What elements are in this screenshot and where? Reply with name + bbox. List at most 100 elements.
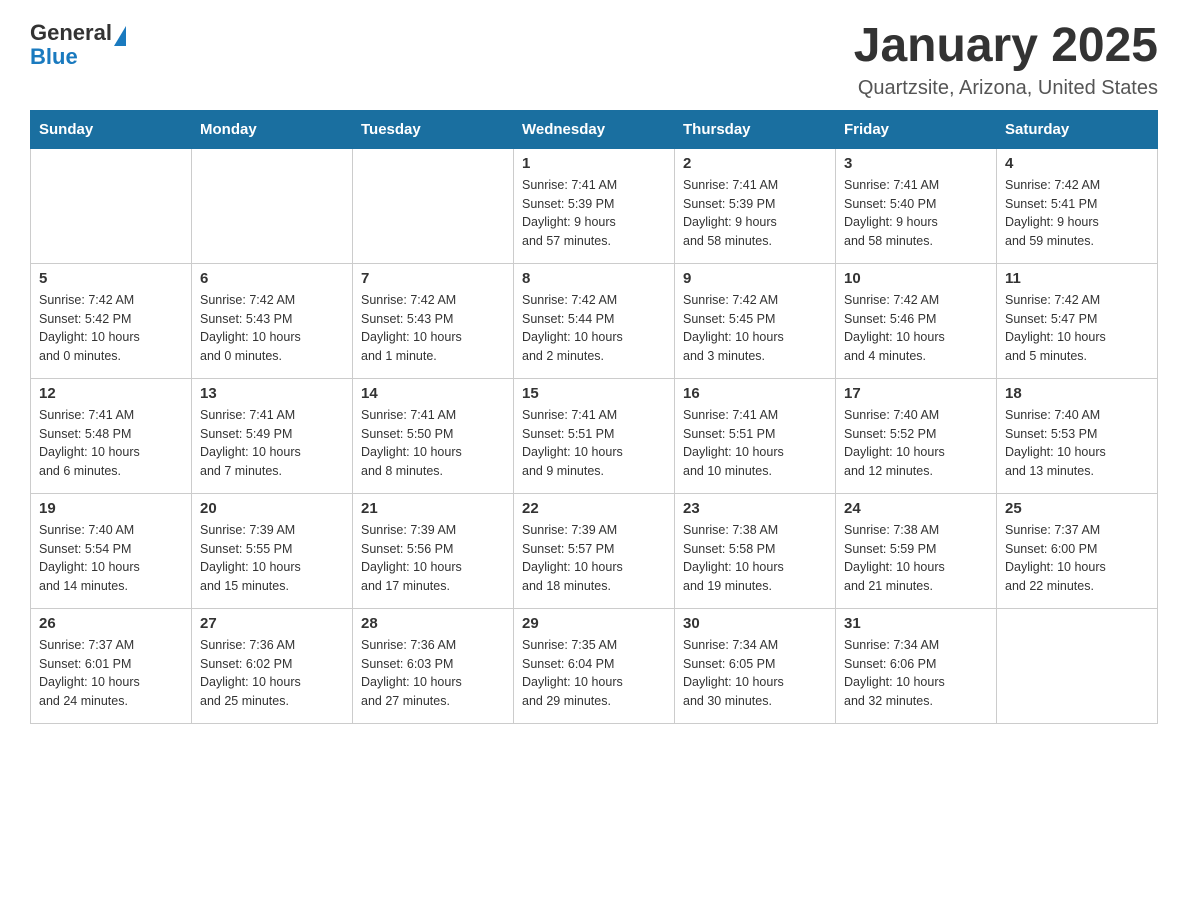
table-row xyxy=(31,148,192,263)
day-number: 17 xyxy=(844,385,988,402)
table-row xyxy=(353,148,514,263)
table-row: 6Sunrise: 7:42 AM Sunset: 5:43 PM Daylig… xyxy=(192,263,353,378)
calendar-week-row: 19 Sunrise: 7:40 AM Sunset: 5:54 PM Dayli… xyxy=(31,493,1158,608)
table-row: 20 Sunrise: 7:39 AM Sunset: 5:55 PM Dayli… xyxy=(192,493,353,608)
table-row: 4 Sunrise: 7:42 AM Sunset: 5:41 PM Daylig… xyxy=(997,148,1158,263)
day-number: 1 xyxy=(522,155,666,172)
table-row: 2 Sunrise: 7:41 AM Sunset: 5:39 PM Daylig… xyxy=(675,148,836,263)
day-number: 31 xyxy=(844,615,988,632)
calendar-week-row: 12 Sunrise: 7:41 AM Sunset: 5:48 PM Dayli… xyxy=(31,378,1158,493)
header-tuesday: Tuesday xyxy=(353,110,514,148)
day-info: Sunrise: 7:41 AM Sunset: 5:51 PM Dayligh… xyxy=(522,406,666,481)
calendar-table: Sunday Monday Tuesday Wednesday Thursday… xyxy=(30,110,1158,724)
table-row: 25Sunrise: 7:37 AM Sunset: 6:00 PM Dayli… xyxy=(997,493,1158,608)
table-row: 21 Sunrise: 7:39 AM Sunset: 5:56 PM Dayli… xyxy=(353,493,514,608)
table-row: 28Sunrise: 7:36 AM Sunset: 6:03 PM Dayli… xyxy=(353,608,514,723)
day-info: Sunrise: 7:41 AM Sunset: 5:39 PM Dayligh… xyxy=(522,176,666,251)
day-number: 8 xyxy=(522,270,666,287)
day-info: Sunrise: 7:41 AM Sunset: 5:51 PM Dayligh… xyxy=(683,406,827,481)
day-info: Sunrise: 7:42 AM Sunset: 5:44 PM Dayligh… xyxy=(522,291,666,366)
day-info: Sunrise: 7:38 AM Sunset: 5:58 PM Dayligh… xyxy=(683,521,827,596)
day-info: Sunrise: 7:42 AM Sunset: 5:47 PM Dayligh… xyxy=(1005,291,1149,366)
day-info: Sunrise: 7:41 AM Sunset: 5:39 PM Dayligh… xyxy=(683,176,827,251)
table-row: 14 Sunrise: 7:41 AM Sunset: 5:50 PM Dayli… xyxy=(353,378,514,493)
day-number: 30 xyxy=(683,615,827,632)
day-number: 5 xyxy=(39,270,183,287)
day-info: Sunrise: 7:39 AM Sunset: 5:55 PM Dayligh… xyxy=(200,521,344,596)
table-row: 29 Sunrise: 7:35 AM Sunset: 6:04 PM Dayli… xyxy=(514,608,675,723)
logo-triangle-icon xyxy=(114,26,126,46)
day-number: 26 xyxy=(39,615,183,632)
day-number: 14 xyxy=(361,385,505,402)
day-number: 27 xyxy=(200,615,344,632)
logo: General Blue xyxy=(30,20,126,70)
title-block: January 2025 Quartzsite, Arizona, United… xyxy=(854,20,1158,100)
day-info: Sunrise: 7:42 AM Sunset: 5:43 PM Dayligh… xyxy=(361,291,505,366)
day-info: Sunrise: 7:39 AM Sunset: 5:56 PM Dayligh… xyxy=(361,521,505,596)
table-row: 27 Sunrise: 7:36 AM Sunset: 6:02 PM Dayli… xyxy=(192,608,353,723)
day-info: Sunrise: 7:41 AM Sunset: 5:48 PM Dayligh… xyxy=(39,406,183,481)
calendar-week-row: 5 Sunrise: 7:42 AM Sunset: 5:42 PM Daylig… xyxy=(31,263,1158,378)
day-number: 20 xyxy=(200,500,344,517)
day-info: Sunrise: 7:36 AM Sunset: 6:02 PM Dayligh… xyxy=(200,636,344,711)
day-number: 2 xyxy=(683,155,827,172)
day-info: Sunrise: 7:40 AM Sunset: 5:52 PM Dayligh… xyxy=(844,406,988,481)
day-number: 10 xyxy=(844,270,988,287)
header-friday: Friday xyxy=(836,110,997,148)
day-number: 29 xyxy=(522,615,666,632)
day-number: 15 xyxy=(522,385,666,402)
table-row: 19 Sunrise: 7:40 AM Sunset: 5:54 PM Dayli… xyxy=(31,493,192,608)
table-row: 22Sunrise: 7:39 AM Sunset: 5:57 PM Dayli… xyxy=(514,493,675,608)
day-info: Sunrise: 7:40 AM Sunset: 5:54 PM Dayligh… xyxy=(39,521,183,596)
day-info: Sunrise: 7:38 AM Sunset: 5:59 PM Dayligh… xyxy=(844,521,988,596)
day-info: Sunrise: 7:41 AM Sunset: 5:50 PM Dayligh… xyxy=(361,406,505,481)
day-number: 4 xyxy=(1005,155,1149,172)
table-row xyxy=(997,608,1158,723)
header-wednesday: Wednesday xyxy=(514,110,675,148)
table-row: 7Sunrise: 7:42 AM Sunset: 5:43 PM Daylig… xyxy=(353,263,514,378)
day-info: Sunrise: 7:42 AM Sunset: 5:41 PM Dayligh… xyxy=(1005,176,1149,251)
table-row: 3Sunrise: 7:41 AM Sunset: 5:40 PM Daylig… xyxy=(836,148,997,263)
table-row: 11 Sunrise: 7:42 AM Sunset: 5:47 PM Dayli… xyxy=(997,263,1158,378)
day-number: 21 xyxy=(361,500,505,517)
location-subtitle: Quartzsite, Arizona, United States xyxy=(854,77,1158,100)
day-number: 9 xyxy=(683,270,827,287)
logo-blue-text: Blue xyxy=(30,44,126,70)
day-info: Sunrise: 7:40 AM Sunset: 5:53 PM Dayligh… xyxy=(1005,406,1149,481)
day-number: 12 xyxy=(39,385,183,402)
day-info: Sunrise: 7:37 AM Sunset: 6:00 PM Dayligh… xyxy=(1005,521,1149,596)
calendar-week-row: 1 Sunrise: 7:41 AM Sunset: 5:39 PM Daylig… xyxy=(31,148,1158,263)
day-info: Sunrise: 7:42 AM Sunset: 5:42 PM Dayligh… xyxy=(39,291,183,366)
page-header: General Blue January 2025 Quartzsite, Ar… xyxy=(30,20,1158,100)
table-row: 18 Sunrise: 7:40 AM Sunset: 5:53 PM Dayli… xyxy=(997,378,1158,493)
day-number: 13 xyxy=(200,385,344,402)
day-number: 24 xyxy=(844,500,988,517)
table-row: 30 Sunrise: 7:34 AM Sunset: 6:05 PM Dayli… xyxy=(675,608,836,723)
day-info: Sunrise: 7:36 AM Sunset: 6:03 PM Dayligh… xyxy=(361,636,505,711)
header-saturday: Saturday xyxy=(997,110,1158,148)
header-sunday: Sunday xyxy=(31,110,192,148)
table-row: 9 Sunrise: 7:42 AM Sunset: 5:45 PM Daylig… xyxy=(675,263,836,378)
header-thursday: Thursday xyxy=(675,110,836,148)
day-number: 18 xyxy=(1005,385,1149,402)
day-info: Sunrise: 7:41 AM Sunset: 5:40 PM Dayligh… xyxy=(844,176,988,251)
day-info: Sunrise: 7:41 AM Sunset: 5:49 PM Dayligh… xyxy=(200,406,344,481)
day-info: Sunrise: 7:34 AM Sunset: 6:05 PM Dayligh… xyxy=(683,636,827,711)
day-number: 11 xyxy=(1005,270,1149,287)
table-row: 23 Sunrise: 7:38 AM Sunset: 5:58 PM Dayli… xyxy=(675,493,836,608)
day-number: 23 xyxy=(683,500,827,517)
table-row: 31Sunrise: 7:34 AM Sunset: 6:06 PM Dayli… xyxy=(836,608,997,723)
day-number: 19 xyxy=(39,500,183,517)
header-monday: Monday xyxy=(192,110,353,148)
day-info: Sunrise: 7:35 AM Sunset: 6:04 PM Dayligh… xyxy=(522,636,666,711)
table-row: 10Sunrise: 7:42 AM Sunset: 5:46 PM Dayli… xyxy=(836,263,997,378)
table-row: 1 Sunrise: 7:41 AM Sunset: 5:39 PM Daylig… xyxy=(514,148,675,263)
table-row: 17 Sunrise: 7:40 AM Sunset: 5:52 PM Dayli… xyxy=(836,378,997,493)
table-row: 13 Sunrise: 7:41 AM Sunset: 5:49 PM Dayli… xyxy=(192,378,353,493)
day-info: Sunrise: 7:42 AM Sunset: 5:43 PM Dayligh… xyxy=(200,291,344,366)
table-row: 24 Sunrise: 7:38 AM Sunset: 5:59 PM Dayli… xyxy=(836,493,997,608)
logo-general-text: General xyxy=(30,20,112,45)
day-number: 22 xyxy=(522,500,666,517)
day-info: Sunrise: 7:42 AM Sunset: 5:45 PM Dayligh… xyxy=(683,291,827,366)
table-row: 15 Sunrise: 7:41 AM Sunset: 5:51 PM Dayli… xyxy=(514,378,675,493)
